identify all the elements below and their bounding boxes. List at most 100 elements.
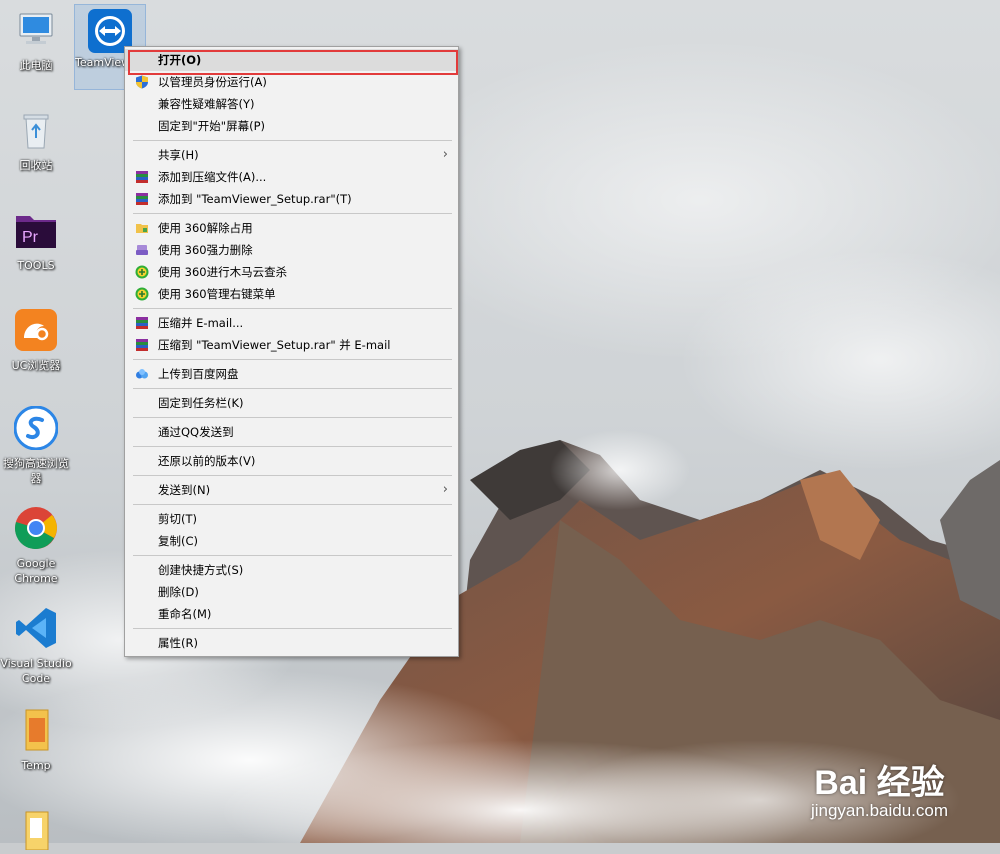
desktop-icon-partial[interactable] [0, 806, 72, 854]
menu-separator [133, 555, 452, 556]
menu-separator [133, 628, 452, 629]
menu-item-label: 使用 360进行木马云查杀 [158, 265, 288, 279]
menu-item-360-manage-menu[interactable]: 使用 360管理右键菜单 [125, 283, 458, 305]
menu-separator [133, 213, 452, 214]
desktop-icon-google-chrome[interactable]: Google Chrome [0, 506, 72, 586]
menu-item-360-trojan-scan[interactable]: 使用 360进行木马云查杀 [125, 261, 458, 283]
menu-item-label: 压缩到 "TeamViewer_Setup.rar" 并 E-mail [158, 338, 391, 352]
context-menu: 打开(O) 以管理员身份运行(A) 兼容性疑难解答(Y) 固定到"开始"屏幕(P… [124, 46, 459, 657]
vscode-icon [16, 608, 56, 648]
winrar-icon [136, 193, 148, 205]
desktop-icon-vscode[interactable]: Visual Studio Code [0, 606, 72, 686]
menu-item-create-shortcut[interactable]: 创建快捷方式(S) [125, 559, 458, 581]
desktop-icon-tools[interactable]: Pr TOOLS [0, 208, 72, 273]
menu-item-label: 固定到任务栏(K) [158, 396, 244, 410]
menu-item-360-unlock[interactable]: 使用 360解除占用 [125, 217, 458, 239]
menu-item-label: 剪切(T) [158, 512, 197, 526]
desktop-icon-label: Google Chrome [14, 557, 58, 585]
menu-item-label: 固定到"开始"屏幕(P) [158, 119, 265, 133]
menu-item-compress-email[interactable]: 压缩并 E-mail... [125, 312, 458, 334]
menu-item-label: 兼容性疑难解答(Y) [158, 97, 255, 111]
menu-separator [133, 475, 452, 476]
uc-browser-icon [15, 309, 57, 351]
folder-unlock-icon [136, 224, 148, 233]
menu-item-baidu-upload[interactable]: 上传到百度网盘 [125, 363, 458, 385]
menu-item-pin-to-start[interactable]: 固定到"开始"屏幕(P) [125, 115, 458, 137]
baidu-netdisk-icon [136, 369, 148, 379]
menu-separator [133, 504, 452, 505]
menu-item-label: 使用 360强力删除 [158, 243, 253, 257]
menu-item-send-via-qq[interactable]: 通过QQ发送到 [125, 421, 458, 443]
desktop-icon-label: 搜狗高速浏览器 [3, 457, 69, 485]
menu-item-label: 共享(H) [158, 148, 199, 162]
menu-item-label: 通过QQ发送到 [158, 425, 234, 439]
menu-item-delete[interactable]: 删除(D) [125, 581, 458, 603]
menu-item-label: 复制(C) [158, 534, 199, 548]
desktop-icon-label: 回收站 [19, 159, 53, 172]
desktop-icon-recycle-bin[interactable]: 回收站 [0, 108, 72, 173]
menu-item-share[interactable]: 共享(H) › [125, 144, 458, 166]
desktop-icon-label: 此电脑 [19, 59, 53, 72]
menu-item-restore-previous-versions[interactable]: 还原以前的版本(V) [125, 450, 458, 472]
menu-item-label: 发送到(N) [158, 483, 211, 497]
menu-item-label: 以管理员身份运行(A) [158, 75, 267, 89]
menu-item-label: 还原以前的版本(V) [158, 454, 256, 468]
menu-item-properties[interactable]: 属性(R) [125, 632, 458, 654]
winrar-icon [136, 339, 148, 351]
watermark-logo-text: Bai 经验 [814, 764, 945, 802]
shredder-icon [136, 245, 148, 255]
desktop-icon-temp[interactable]: Temp [0, 708, 72, 773]
premiere-folder-icon: Pr [16, 216, 56, 248]
menu-item-run-as-admin[interactable]: 以管理员身份运行(A) [125, 71, 458, 93]
menu-item-compress-rar-email[interactable]: 压缩到 "TeamViewer_Setup.rar" 并 E-mail [125, 334, 458, 356]
menu-item-label: 创建快捷方式(S) [158, 563, 244, 577]
winrar-icon [136, 317, 148, 329]
menu-item-troubleshoot-compatibility[interactable]: 兼容性疑难解答(Y) [125, 93, 458, 115]
menu-item-label: 重命名(M) [158, 607, 212, 621]
desktop-icon-uc-browser[interactable]: UC浏览器 [0, 308, 72, 373]
menu-item-label: 添加到 "TeamViewer_Setup.rar"(T) [158, 192, 352, 206]
menu-item-rename[interactable]: 重命名(M) [125, 603, 458, 625]
desktop-icon-label: TOOLS [17, 259, 55, 272]
menu-separator [133, 140, 452, 141]
svg-text:Pr: Pr [22, 229, 39, 246]
menu-item-open[interactable]: 打开(O) [125, 49, 458, 71]
desktop-icon-this-pc[interactable]: 此电脑 [0, 8, 72, 73]
menu-item-cut[interactable]: 剪切(T) [125, 508, 458, 530]
menu-separator [133, 359, 452, 360]
360-security-icon [135, 287, 149, 301]
menu-item-label: 添加到压缩文件(A)... [158, 170, 267, 184]
chevron-right-icon: › [442, 147, 448, 162]
folder-icon [25, 709, 49, 751]
chevron-right-icon: › [442, 482, 448, 497]
computer-icon [19, 13, 53, 44]
winrar-icon [136, 171, 148, 183]
menu-separator [133, 446, 452, 447]
desktop-icon-label: UC浏览器 [11, 359, 61, 372]
menu-item-send-to[interactable]: 发送到(N) › [125, 479, 458, 501]
menu-item-label: 属性(R) [158, 636, 198, 650]
menu-item-360-force-delete[interactable]: 使用 360强力删除 [125, 239, 458, 261]
menu-item-label: 打开(O) [158, 53, 202, 67]
menu-separator [133, 388, 452, 389]
menu-item-label: 使用 360解除占用 [158, 221, 253, 235]
menu-item-label: 删除(D) [158, 585, 199, 599]
recycle-bin-icon [23, 114, 49, 149]
desktop-icon-sogou-browser[interactable]: 搜狗高速浏览器 [0, 405, 72, 486]
sogou-browser-icon [13, 405, 59, 451]
folder-icon [25, 811, 49, 851]
menu-separator [133, 417, 452, 418]
menu-item-label: 使用 360管理右键菜单 [158, 287, 276, 301]
watermark-url: jingyan.baidu.com [810, 801, 948, 820]
menu-item-label: 压缩并 E-mail... [158, 316, 244, 330]
uac-shield-icon [136, 75, 148, 89]
menu-item-label: 上传到百度网盘 [158, 367, 239, 381]
desktop-icon-label: Visual Studio Code [0, 657, 72, 685]
menu-separator [133, 308, 452, 309]
menu-item-add-to-archive[interactable]: 添加到压缩文件(A)... [125, 166, 458, 188]
menu-item-add-to-rar[interactable]: 添加到 "TeamViewer_Setup.rar"(T) [125, 188, 458, 210]
menu-item-pin-to-taskbar[interactable]: 固定到任务栏(K) [125, 392, 458, 414]
menu-item-copy[interactable]: 复制(C) [125, 530, 458, 552]
desktop-icon-label: Temp [21, 759, 51, 772]
baidu-jingyan-watermark: Bai 经验 jingyan.baidu.com [811, 765, 948, 821]
